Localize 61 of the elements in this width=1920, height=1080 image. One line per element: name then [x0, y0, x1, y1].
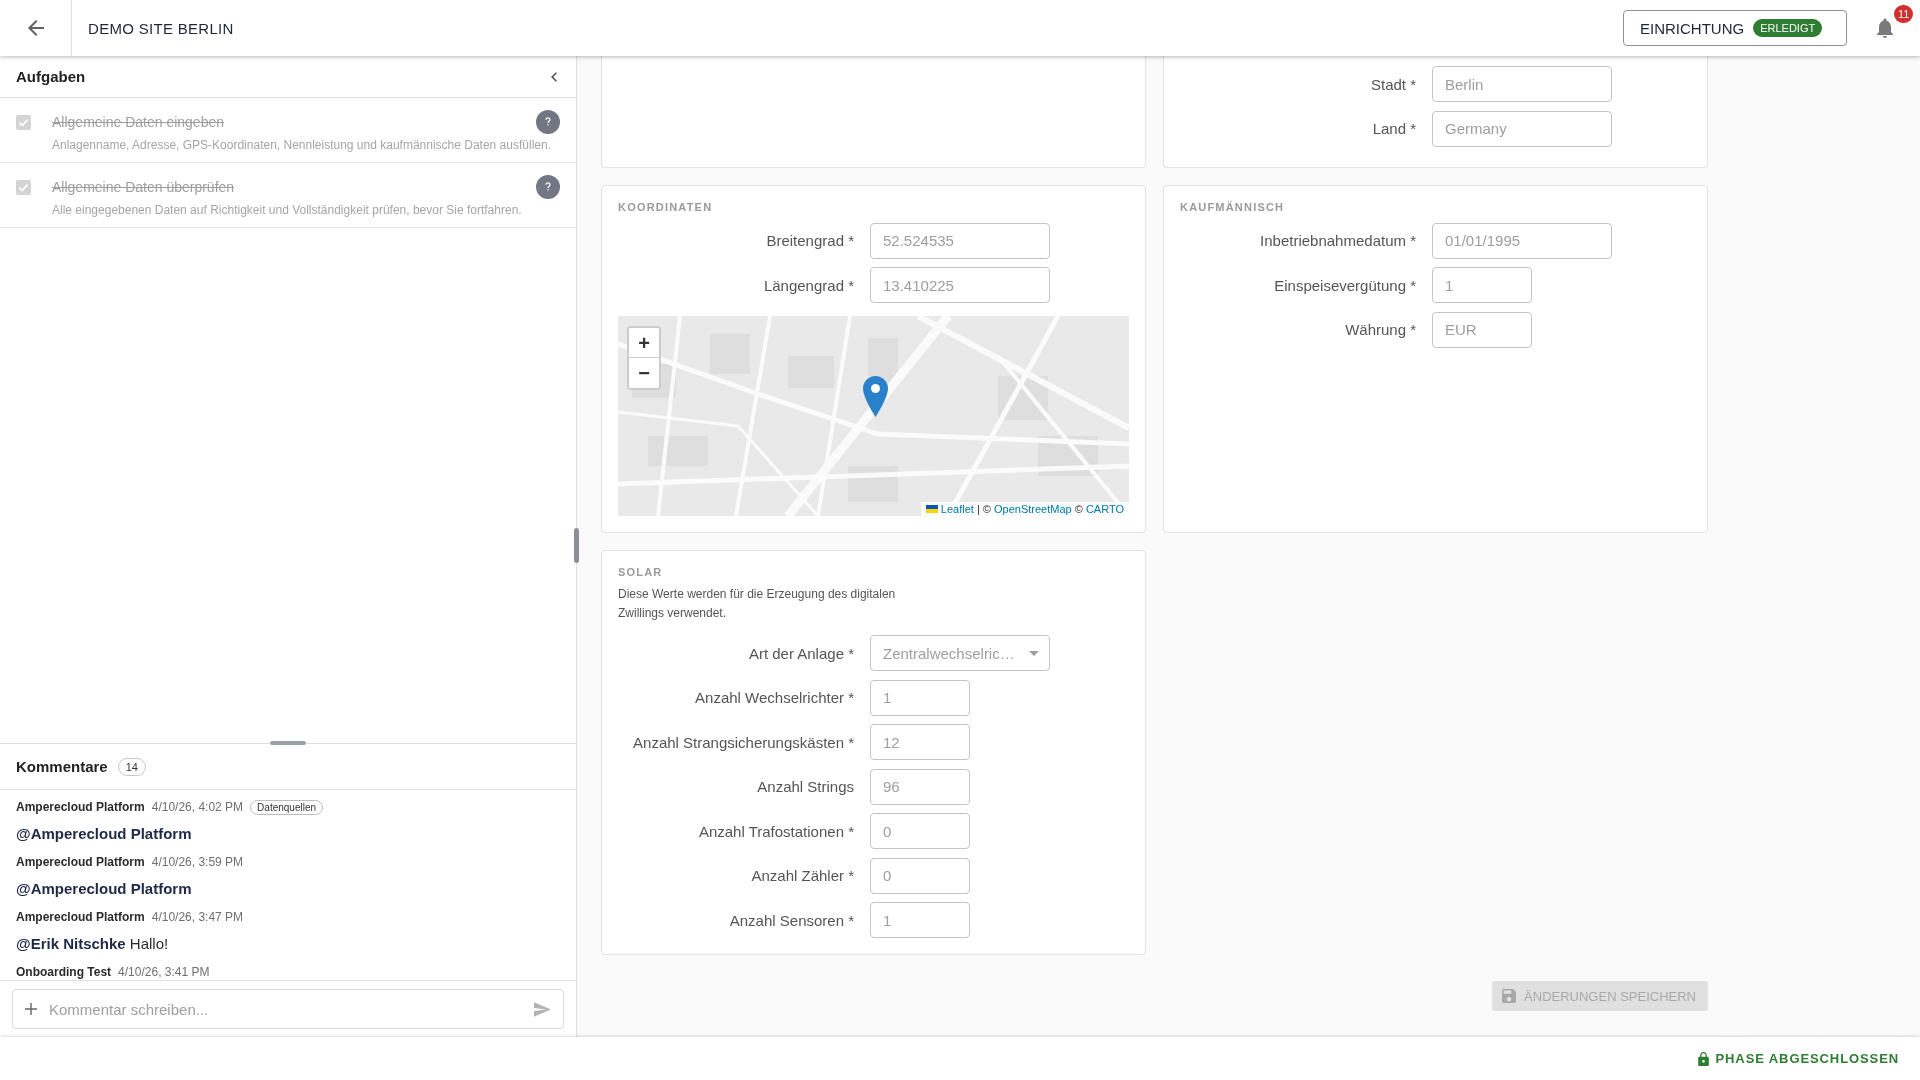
field-label: Anzahl Sensoren * — [728, 911, 854, 929]
comment-input-field[interactable]: Kommentar schreiben... — [49, 998, 522, 1020]
comment-text: @Amperecloud Platform — [16, 824, 193, 844]
collapse-button[interactable] — [551, 71, 557, 82]
resize-handle[interactable] — [270, 741, 306, 745]
panel-title: Aufgaben — [16, 68, 86, 85]
section-title: SOLAR — [618, 565, 664, 579]
checkbox[interactable] — [16, 114, 31, 130]
comment-text: @Amperecloud Platform — [16, 879, 193, 899]
task-description: Alle eingegebenen Daten auf Richtigkeit und Vollständigkeit prüfen, bevor Sie fortfahren. — [52, 202, 523, 218]
comment-time: 4/10/26, 3:59 PM — [151, 855, 244, 869]
field-label: Anzahl Strangsicherungskästen * — [632, 733, 854, 751]
phase-dropdown-button[interactable]: EINRICHTUNG ERLEDIGT — [1623, 10, 1847, 46]
field-label: Land * — [1371, 120, 1416, 137]
panel-title: Kommentare — [16, 758, 108, 775]
field-label: Anzahl Strings — [756, 778, 854, 795]
field-label: Anzahl Trafostationen * — [697, 822, 854, 840]
comment-text: @Erik Nitschke Hallo! — [16, 934, 170, 954]
status-chip: ERLEDIGT — [1753, 19, 1823, 37]
bell-icon — [1877, 18, 1893, 38]
comment-author: Amperecloud Platform — [16, 800, 145, 814]
map-attribution: Leaflet | © OpenStreetMap © CARTO — [920, 502, 1129, 516]
comment-time: 4/10/26, 3:47 PM — [151, 910, 244, 924]
section-title: KOORDINATEN — [618, 199, 714, 214]
lock-icon — [1697, 1051, 1709, 1066]
field-label: Inbetriebnahmedatum * — [1259, 232, 1416, 249]
field-label: Anzahl Zähler * — [750, 867, 854, 884]
notifications-button[interactable] — [1877, 18, 1893, 38]
field-label: Breitengrad * — [765, 232, 854, 249]
field-label: Stadt * — [1369, 75, 1416, 93]
comment-author: Amperecloud Platform — [16, 910, 145, 924]
send-icon[interactable] — [534, 1001, 551, 1017]
notification-count-badge: 11 — [1894, 5, 1914, 23]
flag-icon — [925, 505, 938, 513]
comment-time: 4/10/26, 4:02 PM — [151, 800, 244, 814]
comment-author: Onboarding Test — [16, 965, 112, 979]
comment-author: Amperecloud Platform — [16, 855, 145, 869]
field-label: Längengrad * — [762, 276, 854, 294]
back-arrow-icon — [27, 20, 44, 36]
site-title: DEMO SITE BERLIN — [88, 19, 234, 37]
task-title: Allgemeine Daten eingeben — [52, 113, 225, 132]
back-button[interactable] — [0, 0, 72, 56]
field-label: Art der Anlage * — [747, 644, 854, 662]
location-pin-icon — [863, 376, 888, 417]
task-title: Allgemeine Daten überprüfen — [52, 178, 236, 197]
phase-status-label: PHASE ABGESCHLOSSEN — [1715, 1051, 1899, 1066]
section-title: KAUFMÄNNISCH — [1180, 199, 1286, 214]
help-icon[interactable] — [536, 175, 560, 199]
panel-resize-handle[interactable] — [574, 528, 579, 563]
comment-time: 4/10/26, 3:41 PM — [118, 965, 210, 979]
field-label: Währung * — [1344, 321, 1416, 338]
help-icon[interactable] — [536, 110, 560, 134]
plus-icon[interactable] — [25, 1003, 37, 1015]
comment-box[interactable]: Kommentar schreiben... — [12, 989, 564, 1029]
field-label: Anzahl Wechselrichter * — [694, 689, 854, 706]
field-label: Einspeisevergütung * — [1273, 276, 1416, 294]
checkbox[interactable] — [16, 179, 31, 195]
task-description: Anlagenname, Adresse, GPS-Koordinaten, Nennleistung und kaufmännische Daten ausfüllen. — [52, 137, 552, 153]
chevron-left-icon — [551, 71, 557, 82]
caret-down-icon — [1029, 650, 1039, 656]
section-description: Diese Werte werden für die Erzeugung des digitalen Zwillings verwendet. — [618, 586, 897, 622]
